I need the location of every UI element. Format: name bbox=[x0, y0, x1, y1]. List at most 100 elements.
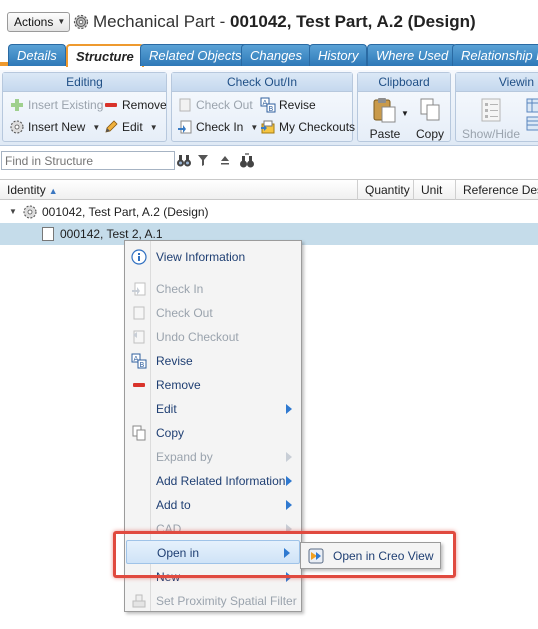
title-bar: Actions ▼ Mechanical Part - 001042, Test… bbox=[0, 0, 538, 44]
collapse-triangle-icon[interactable]: ▼ bbox=[9, 201, 17, 223]
insert-existing-button[interactable]: Insert Existing bbox=[9, 97, 103, 113]
check-out-button[interactable]: Check Out bbox=[177, 97, 253, 113]
grid-header: Identity▲ Quantity Unit Reference Desig bbox=[0, 179, 538, 200]
menu-item-label: Undo Checkout bbox=[156, 330, 239, 344]
page-title-object: 001042, Test Part, A.2 (Design) bbox=[230, 12, 476, 31]
column-header-quantity[interactable]: Quantity bbox=[358, 180, 414, 200]
ribbon-group-title: Clipboard bbox=[358, 73, 450, 92]
page-title-prefix: Mechanical Part - bbox=[93, 12, 230, 31]
menu-item-edit[interactable]: Edit bbox=[125, 397, 301, 421]
edit-button[interactable]: Edit ▼ bbox=[103, 119, 158, 135]
menu-item-label: Remove bbox=[156, 378, 201, 392]
open-in-submenu: Open in Creo View bbox=[300, 542, 441, 569]
column-header-unit[interactable]: Unit bbox=[414, 180, 456, 200]
menu-item-add-to[interactable]: Add to bbox=[125, 493, 301, 517]
minus-icon bbox=[103, 97, 119, 113]
column-header-reference-designator[interactable]: Reference Desig bbox=[456, 180, 538, 200]
tab-related-objects[interactable]: Related Objects bbox=[140, 44, 251, 66]
paste-icon bbox=[373, 98, 396, 123]
menu-item-remove[interactable]: Remove bbox=[125, 373, 301, 397]
svg-text:B: B bbox=[140, 361, 145, 369]
document-icon bbox=[42, 227, 54, 241]
menu-item-label: CAD bbox=[156, 522, 182, 536]
svg-text:B: B bbox=[269, 105, 274, 113]
find-in-structure-input[interactable] bbox=[1, 151, 175, 170]
paste-button[interactable]: Paste bbox=[365, 96, 405, 141]
check-in-icon bbox=[132, 282, 146, 296]
menu-item-copy[interactable]: Copy bbox=[125, 421, 301, 445]
copy-icon bbox=[132, 425, 146, 441]
submenu-arrow-icon bbox=[286, 572, 292, 582]
ribbon-group-title: Editing bbox=[3, 73, 166, 92]
submenu-arrow-icon bbox=[286, 524, 292, 534]
open-in-creo-view-label: Open in Creo View bbox=[333, 548, 434, 563]
menu-item-label: Add to bbox=[156, 498, 191, 512]
chevron-down-icon[interactable]: ▼ bbox=[401, 109, 409, 118]
tab-relationship-explorer[interactable]: Relationship Ex bbox=[452, 44, 538, 66]
submenu-arrow-icon bbox=[284, 548, 290, 558]
check-in-icon bbox=[177, 119, 193, 135]
context-menu: View Information Check In Check Out Undo… bbox=[124, 240, 302, 612]
show-hide-button[interactable]: Show/Hide bbox=[460, 96, 522, 141]
filter-icon[interactable] bbox=[198, 155, 208, 167]
menu-item-label: Check In bbox=[156, 282, 204, 296]
column-label: Identity bbox=[7, 183, 46, 197]
copy-icon bbox=[420, 98, 440, 121]
insert-new-button[interactable]: Insert New ▼ bbox=[9, 119, 100, 135]
my-checkouts-icon bbox=[260, 119, 276, 135]
menu-item-check-in[interactable]: Check In bbox=[125, 277, 301, 301]
submenu-arrow-icon bbox=[286, 476, 292, 486]
remove-button[interactable]: Remove bbox=[103, 97, 167, 113]
check-in-button[interactable]: Check In ▼ bbox=[177, 119, 258, 135]
paste-label: Paste bbox=[369, 127, 401, 141]
menu-item-label: Revise bbox=[156, 354, 193, 368]
menu-item-view-information[interactable]: View Information bbox=[125, 245, 301, 269]
tab-where-used[interactable]: Where Used bbox=[367, 44, 458, 66]
tab-bar: Details Structure Related Objects Change… bbox=[0, 44, 538, 67]
menu-item-label: Add Related Information bbox=[156, 474, 286, 488]
copy-button[interactable]: Copy bbox=[411, 96, 449, 141]
advanced-search-icon[interactable] bbox=[239, 153, 255, 169]
revise-button[interactable]: AB Revise bbox=[260, 97, 316, 113]
copy-label: Copy bbox=[415, 127, 444, 141]
tree-row[interactable]: ▼ 001042, Test Part, A.2 (Design) bbox=[0, 201, 538, 223]
menu-item-add-related-information[interactable]: Add Related Information bbox=[125, 469, 301, 493]
tab-details[interactable]: Details bbox=[8, 44, 66, 66]
menu-item-new[interactable]: New bbox=[125, 565, 301, 589]
tab-changes[interactable]: Changes bbox=[241, 44, 312, 66]
page-title: Mechanical Part - 001042, Test Part, A.2… bbox=[93, 12, 476, 32]
insert-existing-label: Insert Existing bbox=[28, 98, 104, 112]
menu-item-check-out[interactable]: Check Out bbox=[125, 301, 301, 325]
actions-dropdown-button[interactable]: Actions ▼ bbox=[7, 12, 71, 32]
column-header-identity[interactable]: Identity ▲ bbox=[0, 180, 358, 200]
my-checkouts-button[interactable]: My Checkouts bbox=[260, 119, 355, 135]
open-in-creo-view-item[interactable]: Open in Creo View bbox=[303, 544, 439, 567]
menu-item-undo-checkout[interactable]: Undo Checkout bbox=[125, 325, 301, 349]
binoculars-icon[interactable] bbox=[176, 153, 192, 169]
menu-item-label: Check Out bbox=[156, 306, 213, 320]
ribbon-group-title: Check Out/In bbox=[172, 73, 352, 92]
tab-structure[interactable]: Structure bbox=[66, 44, 144, 67]
check-out-icon bbox=[133, 306, 145, 320]
gear-icon bbox=[9, 119, 25, 135]
ribbon-group-clipboard: Clipboard Paste ▼ Copy bbox=[357, 72, 451, 142]
search-row bbox=[0, 150, 538, 172]
gear-icon bbox=[73, 14, 89, 30]
show-hide-icon bbox=[481, 98, 501, 122]
table-view-icon[interactable] bbox=[526, 97, 538, 133]
ribbon-group-editing: Editing Insert Existing Remove Insert Ne… bbox=[2, 72, 167, 142]
menu-item-label: New bbox=[156, 570, 181, 584]
menu-item-set-proximity-spatial-filter[interactable]: Set Proximity Spatial Filter bbox=[125, 589, 301, 613]
info-icon bbox=[131, 249, 147, 265]
part-gear-icon bbox=[23, 205, 37, 219]
collapse-icon[interactable] bbox=[220, 155, 230, 167]
menu-item-open-in[interactable]: Open in bbox=[126, 540, 300, 564]
menu-item-cad[interactable]: CAD bbox=[125, 517, 301, 541]
check-in-label: Check In bbox=[196, 120, 244, 134]
menu-item-expand-by[interactable]: Expand by bbox=[125, 445, 301, 469]
tab-history[interactable]: History bbox=[309, 44, 368, 66]
menu-item-revise[interactable]: AB Revise bbox=[125, 349, 301, 373]
undo-checkout-icon bbox=[133, 330, 145, 344]
spatial-filter-icon bbox=[132, 594, 146, 608]
chevron-down-icon: ▼ bbox=[57, 17, 66, 26]
